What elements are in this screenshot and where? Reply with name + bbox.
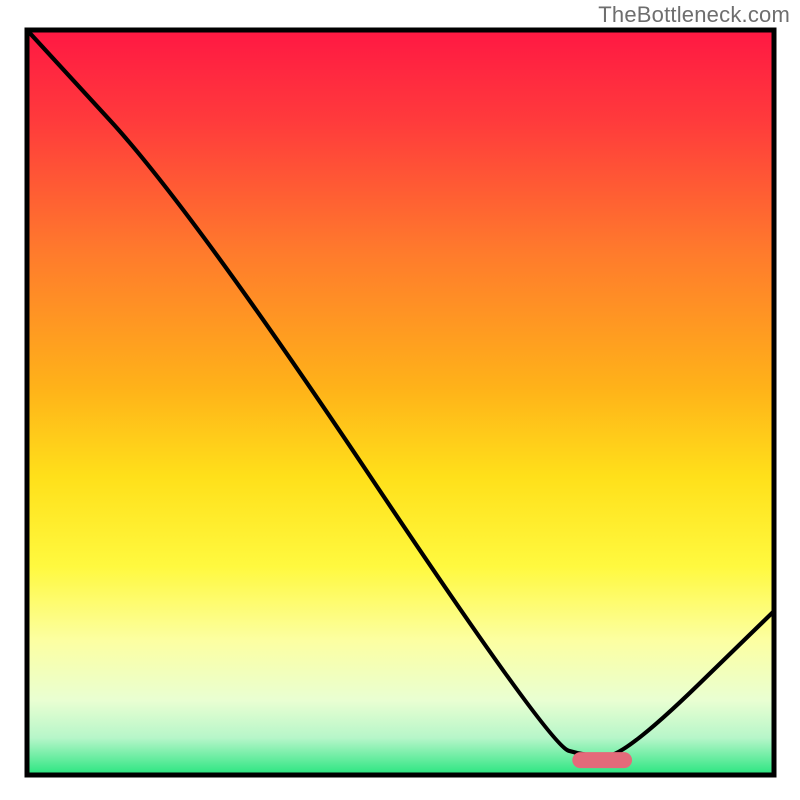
watermark-text: TheBottleneck.com [598,2,790,28]
bottleneck-chart [0,0,800,800]
gradient-background [27,30,774,775]
optimal-marker [572,752,632,768]
chart-container: TheBottleneck.com [0,0,800,800]
